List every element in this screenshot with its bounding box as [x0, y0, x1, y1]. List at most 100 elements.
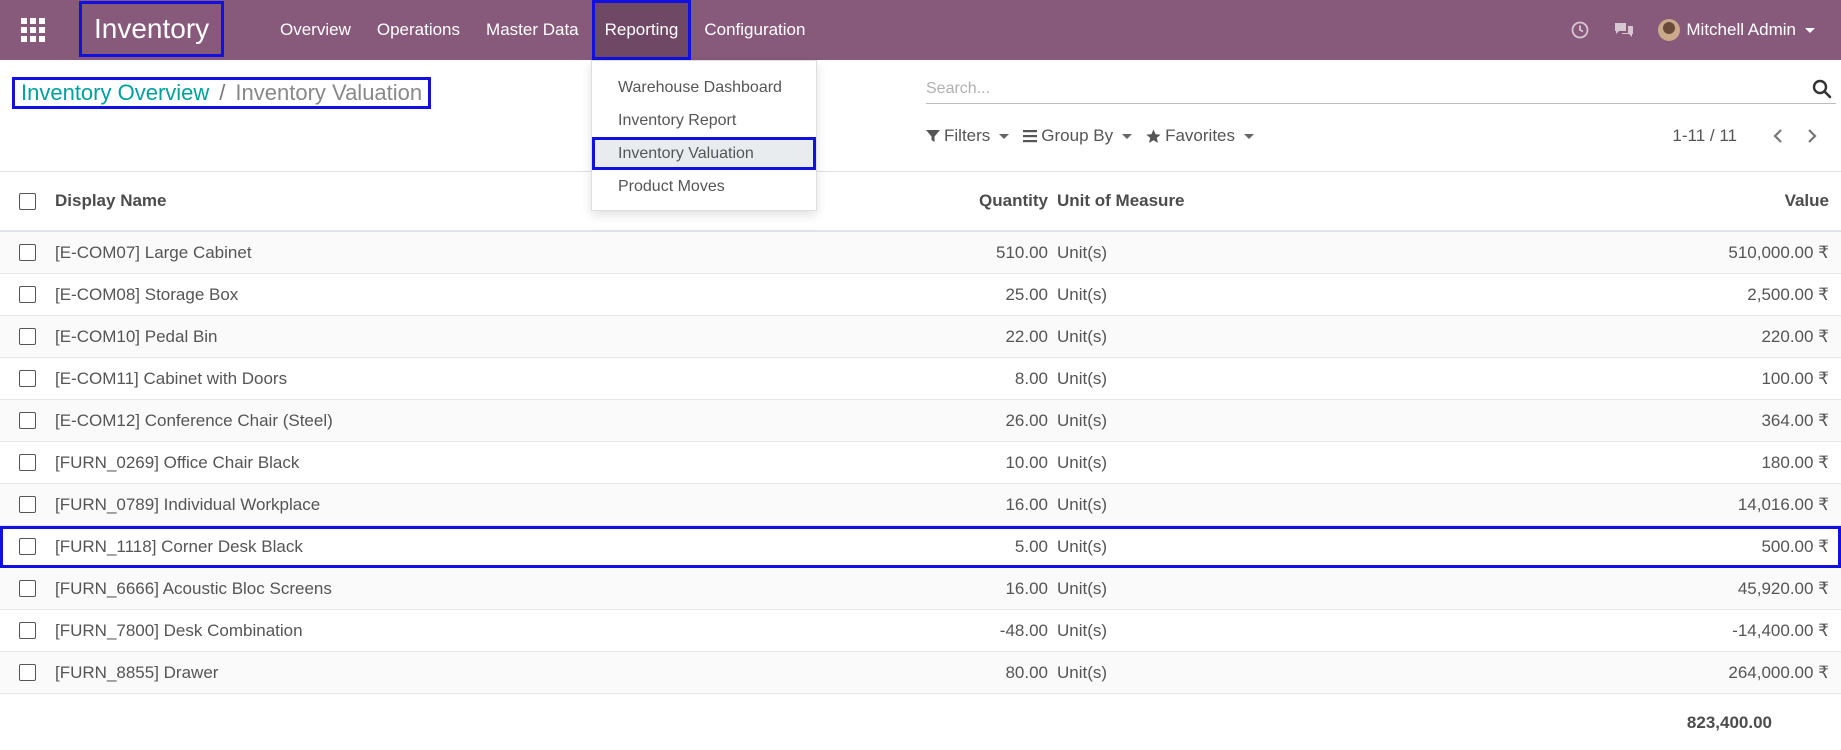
cell-unit-of-measure: Unit(s): [1057, 284, 1108, 304]
group-by-button[interactable]: Group By: [1023, 126, 1133, 146]
cell-quantity: 16.00: [1005, 494, 1048, 514]
table-row[interactable]: [FURN_6666] Acoustic Bloc Screens 16.00 Un…: [0, 568, 1841, 610]
cell-unit-of-measure: Unit(s): [1057, 410, 1108, 430]
favorites-button[interactable]: Favorites: [1146, 126, 1255, 146]
header-unit-of-measure[interactable]: Unit of Measure: [1057, 191, 1582, 211]
cell-unit-of-measure: Unit(s): [1057, 242, 1108, 262]
navbar-right: Mitchell Admin: [1558, 0, 1841, 60]
table-row[interactable]: [FURN_7800] Desk Combination -48.00 Unit(s…: [0, 610, 1841, 652]
favorites-caret-icon: [1244, 133, 1255, 139]
table-row-highlighted[interactable]: [FURN_1118] Corner Desk Black 5.00 Unit(s)…: [0, 526, 1841, 568]
table-row[interactable]: [E-COM12] Conference Chair (Steel) 26.00 U…: [0, 400, 1841, 442]
cell-unit-of-measure: Unit(s): [1057, 578, 1108, 598]
cell-quantity: -48.00: [999, 620, 1048, 640]
cell-value: 180.00 ₹: [1761, 452, 1829, 472]
cell-value: 364.00 ₹: [1761, 410, 1829, 430]
dropdown-product-moves[interactable]: Product Moves: [592, 170, 816, 203]
row-checkbox[interactable]: [19, 538, 36, 555]
search-bar: [926, 76, 1836, 104]
header-quantity[interactable]: Quantity: [788, 191, 1057, 211]
cell-quantity: 16.00: [1005, 578, 1048, 598]
cell-quantity: 8.00: [1014, 368, 1048, 388]
header-value[interactable]: Value: [1582, 191, 1829, 211]
menu-master-data[interactable]: Master Data: [473, 0, 592, 60]
table-row[interactable]: [E-COM10] Pedal Bin 22.00 Unit(s) 220.00 ₹: [0, 316, 1841, 358]
row-checkbox[interactable]: [19, 622, 36, 639]
user-name: Mitchell Admin: [1686, 20, 1796, 39]
cell-value: 510,000.00 ₹: [1728, 242, 1829, 262]
cell-value: 264,000.00 ₹: [1728, 662, 1829, 682]
table-row[interactable]: [E-COM11] Cabinet with Doors 8.00 Unit(s) 1…: [0, 358, 1841, 400]
breadcrumb-parent-link[interactable]: Inventory Overview: [21, 80, 209, 106]
row-checkbox[interactable]: [19, 664, 36, 681]
cell-quantity: 5.00: [1014, 536, 1048, 556]
row-checkbox[interactable]: [19, 286, 36, 303]
user-caret-icon: [1805, 27, 1815, 33]
main-menu: Overview Operations Master Data Reportin…: [267, 0, 818, 60]
cell-value: 14,016.00 ₹: [1737, 494, 1829, 514]
apps-menu-button[interactable]: [0, 0, 66, 60]
table-row[interactable]: [FURN_8855] Drawer 80.00 Unit(s) 264,000.00…: [0, 652, 1841, 694]
row-checkbox[interactable]: [19, 412, 36, 429]
cell-value: -14,400.00 ₹: [1732, 620, 1829, 640]
user-menu[interactable]: Mitchell Admin: [1646, 0, 1841, 60]
cell-display-name: [E-COM10] Pedal Bin: [55, 326, 218, 346]
dropdown-warehouse-dashboard[interactable]: Warehouse Dashboard: [592, 71, 816, 104]
row-checkbox[interactable]: [19, 454, 36, 471]
app-brand[interactable]: Inventory: [79, 1, 225, 57]
search-options: Filters Group By Favorites: [926, 126, 1268, 146]
row-checkbox[interactable]: [19, 244, 36, 261]
table-footer-total: 823,400.00: [0, 708, 1841, 738]
pager-previous-icon[interactable]: [1765, 124, 1791, 148]
cell-display-name: [FURN_6666] Acoustic Bloc Screens: [55, 578, 332, 598]
cell-unit-of-measure: Unit(s): [1057, 452, 1108, 472]
breadcrumb: Inventory Overview / Inventory Valuation: [12, 77, 432, 109]
table-row[interactable]: [FURN_0269] Office Chair Black 10.00 Unit(…: [0, 442, 1841, 484]
cell-display-name: [FURN_8855] Drawer: [55, 662, 219, 682]
dropdown-inventory-report[interactable]: Inventory Report: [592, 104, 816, 137]
cell-value: 45,920.00 ₹: [1737, 578, 1829, 598]
filters-button[interactable]: Filters: [926, 126, 1010, 146]
table-row[interactable]: [E-COM08] Storage Box 25.00 Unit(s) 2,500.0…: [0, 274, 1841, 316]
cell-display-name: [FURN_7800] Desk Combination: [55, 620, 303, 640]
cell-value: 500.00 ₹: [1761, 536, 1829, 556]
search-icon[interactable]: [1812, 79, 1832, 99]
cell-display-name: [E-COM11] Cabinet with Doors: [55, 368, 288, 388]
row-checkbox[interactable]: [19, 328, 36, 345]
row-checkbox[interactable]: [19, 370, 36, 387]
apps-grid-icon: [21, 18, 45, 42]
top-navbar: Inventory Overview Operations Master Dat…: [0, 0, 1841, 60]
cell-quantity: 26.00: [1005, 410, 1048, 430]
group-by-caret-icon: [1122, 133, 1133, 139]
pager-next-icon[interactable]: [1799, 124, 1825, 148]
dropdown-inventory-valuation[interactable]: Inventory Valuation: [592, 137, 816, 170]
menu-operations[interactable]: Operations: [364, 0, 473, 60]
menu-overview[interactable]: Overview: [267, 0, 364, 60]
cell-unit-of-measure: Unit(s): [1057, 368, 1108, 388]
menu-configuration[interactable]: Configuration: [691, 0, 818, 60]
app-name: Inventory: [94, 13, 210, 44]
cell-quantity: 80.00: [1005, 662, 1048, 682]
cell-quantity: 10.00: [1005, 452, 1048, 472]
cell-display-name: [FURN_0269] Office Chair Black: [55, 452, 300, 472]
cell-quantity: 22.00: [1005, 326, 1048, 346]
table-body: [E-COM07] Large Cabinet 510.00 Unit(s) 510,…: [0, 232, 1841, 694]
group-by-label: Group By: [1041, 126, 1114, 145]
cell-display-name: [FURN_0789] Individual Workplace: [55, 494, 321, 514]
row-checkbox[interactable]: [19, 496, 36, 513]
pager: 1-11 / 11: [1672, 124, 1825, 148]
row-checkbox[interactable]: [19, 580, 36, 597]
activity-clock-icon[interactable]: [1558, 0, 1602, 60]
valuation-table: Display Name Quantity Unit of Measure Va…: [0, 171, 1841, 694]
cell-unit-of-measure: Unit(s): [1057, 494, 1108, 514]
table-header: Display Name Quantity Unit of Measure Va…: [0, 171, 1841, 232]
messaging-chat-icon[interactable]: [1602, 0, 1646, 60]
table-row[interactable]: [E-COM07] Large Cabinet 510.00 Unit(s) 510,…: [0, 232, 1841, 274]
pager-value[interactable]: 1-11 / 11: [1672, 126, 1737, 146]
select-all-checkbox[interactable]: [19, 192, 36, 210]
table-row[interactable]: [FURN_0789] Individual Workplace 16.00 Uni…: [0, 484, 1841, 526]
total-value: 823,400.00: [1686, 713, 1772, 732]
cell-display-name: [FURN_1118] Corner Desk Black: [55, 536, 303, 556]
menu-reporting[interactable]: Reporting: [591, 0, 692, 60]
search-input[interactable]: [926, 76, 1796, 102]
